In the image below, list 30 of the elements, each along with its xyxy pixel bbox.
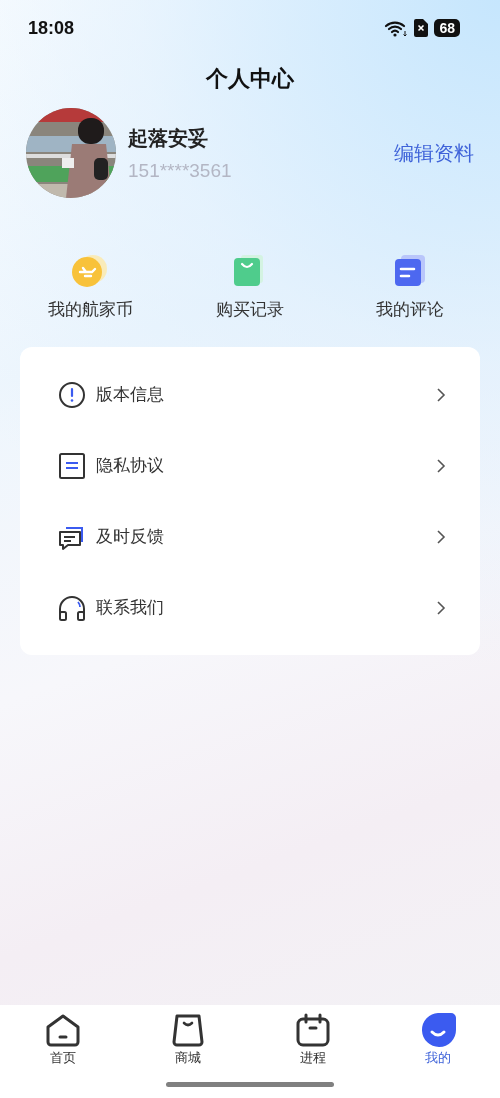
tab-item[interactable]: 我的 xyxy=(375,1013,500,1073)
plane-coin-icon xyxy=(71,254,109,288)
chevron-right-icon xyxy=(436,599,446,616)
phone-number: 151****3561 xyxy=(128,159,233,182)
sim-icon xyxy=(414,19,429,37)
tab-item[interactable]: 首页 xyxy=(0,1013,125,1073)
home-icon xyxy=(44,1013,81,1047)
menu-item[interactable]: 版本信息 xyxy=(20,359,480,430)
chevron-right-icon xyxy=(436,457,446,474)
page-title: 个人中心 xyxy=(204,65,295,93)
battery-indicator: 68 xyxy=(434,19,460,37)
document-icon xyxy=(58,451,86,480)
user-name: 起落安妥 xyxy=(128,124,209,152)
tab-item[interactable]: 商城 xyxy=(125,1013,250,1073)
status-time: 18:08 xyxy=(28,17,75,39)
tab-item[interactable]: 进程 xyxy=(250,1013,375,1073)
calendar-icon xyxy=(294,1013,331,1047)
chevron-right-icon xyxy=(436,386,446,403)
shortcut-item[interactable]: 购买记录 xyxy=(180,254,320,321)
wifi-icon xyxy=(384,19,409,37)
shortcut-item[interactable]: 我的评论 xyxy=(340,254,480,321)
edit-profile-link[interactable]: 编辑资料 xyxy=(394,139,474,167)
headset-icon xyxy=(58,593,86,622)
menu-item[interactable]: 隐私协议 xyxy=(20,430,480,501)
shortcut-item[interactable]: 我的航家币 xyxy=(20,254,160,321)
chevron-right-icon xyxy=(436,528,446,545)
info-icon xyxy=(58,380,86,409)
menu-item[interactable]: 联系我们 xyxy=(20,572,480,643)
smile-drop-icon xyxy=(419,1013,456,1047)
menu-item[interactable]: 及时反馈 xyxy=(20,501,480,572)
